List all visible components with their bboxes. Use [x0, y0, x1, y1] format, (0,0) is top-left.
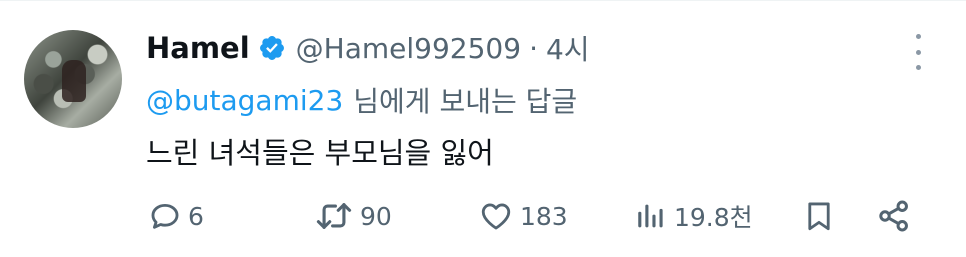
- tweet-header: Hamel @Hamel992509 · 4시: [146, 24, 590, 72]
- author-name[interactable]: Hamel: [146, 31, 250, 65]
- reply-to-mention[interactable]: @butagami23: [146, 84, 343, 117]
- bookmark-icon: [802, 198, 836, 234]
- retweet-icon: [314, 199, 354, 233]
- views-icon: [634, 199, 668, 233]
- like-count: 183: [520, 201, 568, 231]
- like-button[interactable]: 183: [478, 194, 568, 238]
- avatar[interactable]: [24, 30, 122, 128]
- more-options-icon[interactable]: [904, 34, 932, 70]
- views-count: 19.8천: [674, 203, 753, 232]
- like-icon: [478, 199, 514, 233]
- views-button[interactable]: 19.8천: [634, 194, 753, 238]
- reply-button[interactable]: 6: [148, 194, 204, 238]
- author-handle[interactable]: @Hamel992509: [296, 32, 521, 65]
- share-button[interactable]: [876, 194, 912, 238]
- tweet-text: 느린 녀석들은 부모님을 잃어: [146, 136, 494, 170]
- separator-dot: ·: [529, 31, 538, 65]
- timestamp[interactable]: 4시: [546, 28, 590, 68]
- reply-context: @butagami23 님에게 보내는 답글: [146, 78, 577, 122]
- top-divider: [0, 0, 966, 1]
- retweet-button[interactable]: 90: [314, 194, 392, 238]
- share-icon: [876, 198, 912, 234]
- bookmark-button[interactable]: [802, 194, 836, 238]
- reply-icon: [148, 199, 182, 233]
- reply-to-label: 님에게 보내는 답글: [353, 85, 578, 118]
- verified-badge-icon: [258, 34, 286, 62]
- avatar-figure: [62, 60, 86, 102]
- reply-count: 6: [188, 201, 204, 231]
- retweet-count: 90: [360, 201, 392, 231]
